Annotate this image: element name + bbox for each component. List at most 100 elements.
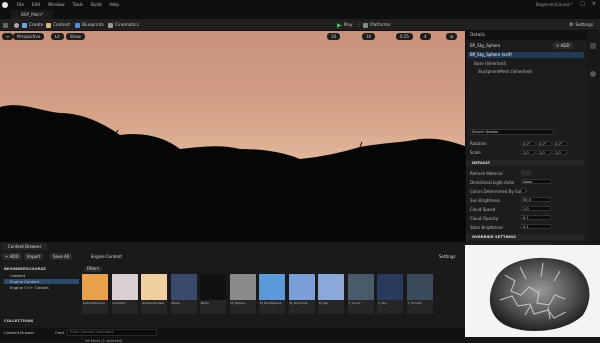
add-component-button[interactable]: + ADD: [553, 42, 573, 49]
play-options-icon[interactable]: ⋮: [356, 21, 361, 29]
asset-thumbnail: [347, 274, 374, 300]
asset-label: GradientLinear: [142, 301, 165, 305]
details-tab[interactable]: Details: [466, 31, 588, 40]
sun-brightness-field[interactable]: 50.0: [521, 197, 551, 202]
console-command-input[interactable]: Enter Console Command: [67, 329, 157, 336]
menu-help[interactable]: Help: [109, 2, 119, 7]
scale-z-field[interactable]: 1.0: [553, 150, 567, 155]
default-section-header[interactable]: DEFAULT: [466, 160, 584, 166]
cloud-speed-field[interactable]: 1.0: [521, 206, 551, 211]
asset-tile[interactable]: T_Cloud: [347, 274, 374, 314]
add-button[interactable]: + ADD: [2, 253, 22, 260]
panel-icon[interactable]: [590, 43, 596, 49]
override-section-header[interactable]: OVERRIDE SETTINGS: [466, 234, 584, 240]
maximize-icon[interactable]: □: [580, 1, 585, 7]
asset-tile[interactable]: Noise: [170, 274, 197, 314]
content-button[interactable]: Content: [46, 21, 70, 29]
asset-tile[interactable]: M_Sphere: [229, 274, 256, 314]
lit-button[interactable]: Lit: [51, 33, 64, 40]
directional-light-select[interactable]: None: [521, 179, 551, 184]
asset-label: M_Sphere: [230, 301, 246, 305]
maximize-viewport-icon[interactable]: ⊞: [446, 33, 458, 40]
cb-settings-button[interactable]: Settings: [436, 253, 458, 260]
scale-snap-button[interactable]: 0.25: [396, 33, 413, 40]
tree-item-content[interactable]: Content: [4, 273, 79, 278]
camera-speed-button[interactable]: 4: [420, 33, 431, 40]
play-button[interactable]: ▶ Play: [337, 21, 353, 29]
asset-tile[interactable]: Gradient: [111, 274, 138, 314]
asset-tile[interactable]: T_Horizon: [406, 274, 433, 314]
asset-label: DefaultTexture: [83, 301, 105, 305]
asset-tile[interactable]: T_Sky: [377, 274, 403, 314]
asset-tile[interactable]: GradientLinear: [141, 274, 167, 314]
asset-tile[interactable]: M_Skydome: [288, 274, 315, 314]
content-browser-tab[interactable]: Content Browser: [2, 243, 48, 250]
outliner-icon[interactable]: [590, 71, 596, 77]
refresh-material-checkbox[interactable]: [521, 170, 531, 176]
save-button[interactable]: [3, 21, 8, 29]
rotation-snap-button[interactable]: 10: [362, 33, 376, 40]
scale-x-field[interactable]: 1.0: [521, 150, 535, 155]
asset-thumbnail: [377, 274, 403, 300]
asset-tile[interactable]: Black: [200, 274, 226, 314]
asset-thumbnail: [318, 274, 344, 300]
asset-tile[interactable]: M_Sky: [318, 274, 344, 314]
asset-thumbnail: [229, 274, 256, 300]
content-drawer-button[interactable]: Content Drawer: [4, 330, 34, 335]
asset-label: Noise: [171, 301, 180, 305]
menu-bar: File Edit Window Tools Build Help Beginn…: [0, 0, 600, 9]
prop-label: Refresh Material: [470, 171, 503, 176]
prop-label: Colors Determined By Sun P: [470, 189, 527, 194]
save-all-button[interactable]: Save All: [50, 253, 73, 260]
asset-thumbnail: [200, 274, 226, 300]
component-base[interactable]: Base (Inherited): [474, 61, 506, 66]
show-button[interactable]: Show: [66, 33, 85, 40]
tree-item-engine-content[interactable]: Engine Content: [4, 279, 79, 284]
perspective-button[interactable]: Perspective: [13, 33, 45, 40]
viewport-options-button[interactable]: ≡: [2, 33, 14, 40]
asset-label: T_Cloud: [348, 301, 361, 305]
asset-tile[interactable]: DefaultTexture: [82, 274, 108, 314]
minimize-icon[interactable]: –: [571, 1, 574, 7]
close-icon[interactable]: ×: [592, 1, 596, 7]
rotation-x-field[interactable]: 0.0°: [521, 141, 535, 146]
cloud-opacity-field[interactable]: 0.7: [521, 215, 551, 220]
level-viewport[interactable]: ≡ Perspective Lit Show 10 10 0.25 4 ⊞: [0, 31, 465, 241]
import-button[interactable]: Import: [24, 253, 44, 260]
rotation-y-field[interactable]: 0.0°: [537, 141, 551, 146]
mode-button[interactable]: [14, 21, 19, 29]
asset-thumbnail: [288, 274, 315, 300]
menu-file[interactable]: File: [17, 2, 24, 7]
project-section-header[interactable]: BEGINNERSCOURSE: [4, 266, 46, 271]
cinematics-button[interactable]: Cinematics: [108, 21, 139, 29]
rotation-z-field[interactable]: 0.0°: [553, 141, 567, 146]
filters-button[interactable]: Filters: [84, 266, 102, 272]
details-search-input[interactable]: Search Details: [470, 129, 554, 135]
platforms-button[interactable]: Platforms: [363, 21, 390, 29]
scale-y-field[interactable]: 1.0: [537, 150, 551, 155]
asset-thumbnail: [170, 274, 197, 300]
asset-label: M_Skydome: [289, 301, 308, 305]
path-breadcrumb[interactable]: Engine Content: [88, 253, 125, 260]
blueprints-button[interactable]: Blueprints: [75, 21, 104, 29]
stars-brightness-field[interactable]: 0.1: [521, 224, 551, 229]
colors-sun-checkbox[interactable]: [521, 188, 526, 193]
menu-tools[interactable]: Tools: [73, 2, 83, 7]
unreal-logo-icon[interactable]: [0, 0, 9, 9]
component-mesh[interactable]: SkySphereMesh (Inherited): [478, 69, 532, 74]
menu-window[interactable]: Window: [48, 2, 65, 7]
grid-snap-button[interactable]: 10: [327, 33, 341, 40]
create-button[interactable]: Create: [22, 21, 43, 29]
asset-thumbnail: [111, 274, 138, 300]
asset-label: M_Sky: [319, 301, 329, 305]
menu-edit[interactable]: Edit: [32, 2, 40, 7]
tree-item-engine-classes[interactable]: Engine C++ Classes: [4, 285, 79, 290]
asset-tile[interactable]: M_BlueSphere: [259, 274, 285, 314]
prop-label: Stars Brightness: [470, 225, 503, 230]
menu-build[interactable]: Build: [91, 2, 102, 7]
level-tab[interactable]: BSP_Main*: [11, 10, 54, 19]
settings-button[interactable]: ⚙ Settings: [569, 21, 593, 29]
component-self[interactable]: BP_Sky_Sphere (self): [468, 52, 584, 58]
prop-label: Cloud Opacity: [470, 216, 499, 221]
collections-header[interactable]: COLLECTIONS: [4, 318, 33, 323]
